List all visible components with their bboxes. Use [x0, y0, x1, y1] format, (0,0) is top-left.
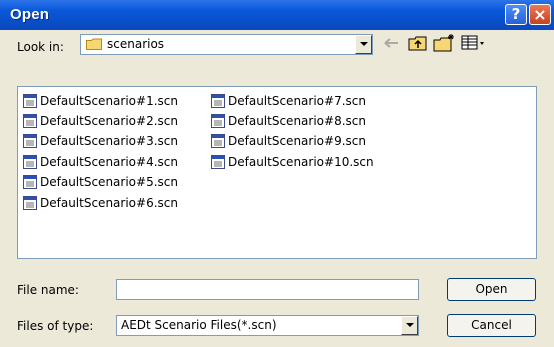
scn-file-icon [23, 175, 37, 189]
cancel-button[interactable]: Cancel [447, 314, 536, 337]
scn-file-icon [211, 134, 225, 148]
file-list[interactable]: DefaultScenario#1.scn DefaultScenario#2.… [17, 86, 537, 259]
look-in-dropdown-arrow[interactable] [355, 35, 372, 54]
open-button[interactable]: Open [447, 278, 536, 301]
files-of-type-label: Files of type: [17, 319, 94, 333]
scn-file-icon [23, 196, 37, 210]
scn-file-icon [23, 94, 37, 108]
file-item[interactable]: DefaultScenario#7.scn [211, 92, 366, 110]
help-button[interactable]: ? [505, 4, 527, 25]
look-in-combo[interactable]: scenarios [80, 34, 373, 55]
look-in-value: scenarios [107, 37, 165, 51]
file-item[interactable]: DefaultScenario#8.scn [211, 112, 366, 130]
view-menu-icon[interactable] [460, 33, 486, 53]
scn-file-icon [23, 155, 37, 169]
title-bar[interactable]: Open ? × [0, 0, 554, 30]
file-item[interactable]: DefaultScenario#6.scn [23, 194, 178, 212]
file-item[interactable]: DefaultScenario#5.scn [23, 173, 178, 191]
file-name-label: File name: [17, 283, 79, 297]
file-item[interactable]: DefaultScenario#10.scn [211, 153, 374, 171]
file-item[interactable]: DefaultScenario#2.scn [23, 112, 178, 130]
scn-file-icon [211, 155, 225, 169]
folder-icon [86, 38, 102, 50]
new-folder-icon[interactable] [432, 33, 456, 53]
dialog-title: Open [10, 6, 50, 23]
file-item[interactable]: DefaultScenario#3.scn [23, 132, 178, 150]
file-item[interactable]: DefaultScenario#1.scn [23, 92, 178, 110]
scn-file-icon [23, 134, 37, 148]
open-dialog: Open ? × Look in: scenarios DefaultScena… [0, 0, 554, 347]
close-button[interactable]: × [529, 4, 551, 25]
file-item[interactable]: DefaultScenario#9.scn [211, 132, 366, 150]
files-of-type-value: AEDt Scenario Files(*.scn) [121, 318, 277, 332]
scn-file-icon [23, 114, 37, 128]
scn-file-icon [211, 94, 225, 108]
files-of-type-combo[interactable]: AEDt Scenario Files(*.scn) [116, 315, 419, 336]
scn-file-icon [211, 114, 225, 128]
up-folder-icon[interactable] [407, 33, 429, 53]
back-arrow-icon[interactable] [381, 33, 403, 53]
file-item[interactable]: DefaultScenario#4.scn [23, 153, 178, 171]
file-name-input[interactable] [116, 279, 419, 300]
files-of-type-dropdown-arrow[interactable] [401, 316, 418, 335]
look-in-label: Look in: [17, 40, 64, 54]
